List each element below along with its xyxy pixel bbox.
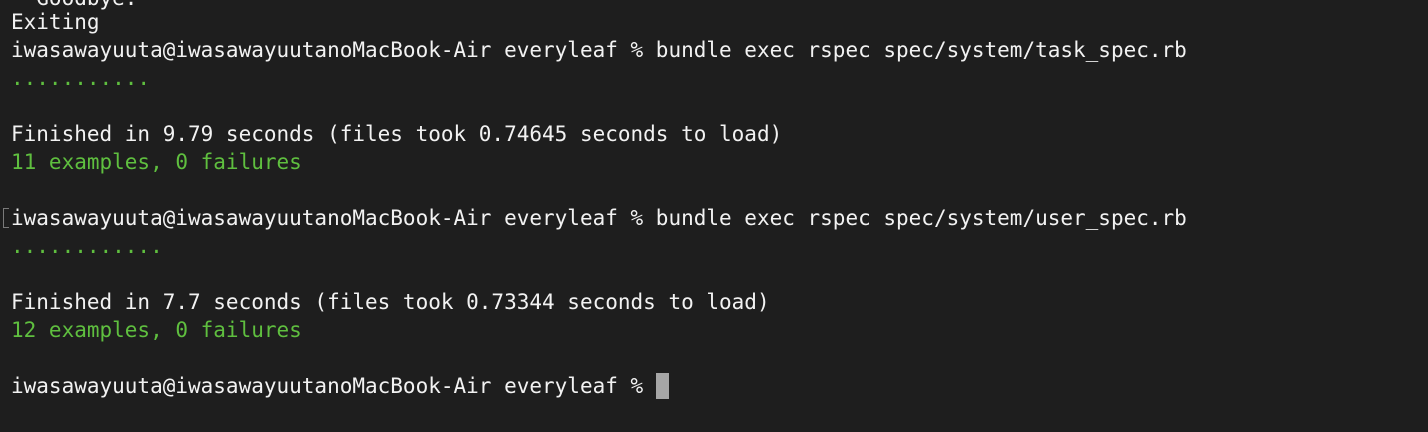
text-cursor <box>656 373 670 399</box>
prompt-command-line-2: iwasawayuuta@iwasawayuutanoMacBook-Air e… <box>11 206 1187 230</box>
current-prompt-text: iwasawayuuta@iwasawayuutanoMacBook-Air e… <box>11 374 644 398</box>
selection-mark-icon <box>3 208 9 228</box>
current-prompt-line[interactable]: iwasawayuuta@iwasawayuutanoMacBook-Air e… <box>11 372 670 400</box>
finished-line-2: Finished in 7.7 seconds (files took 0.73… <box>11 290 770 314</box>
finished-line-1: Finished in 9.79 seconds (files took 0.7… <box>11 122 783 146</box>
progress-dots-1: ........... <box>11 66 151 90</box>
exiting-line: Exiting <box>11 10 100 34</box>
summary-line-2: 12 examples, 0 failures <box>11 318 302 342</box>
terminal-window[interactable]: Goodbye. Exiting iwasawayuuta@iwasawayuu… <box>0 0 1428 432</box>
summary-line-1: 11 examples, 0 failures <box>11 150 302 174</box>
prompt-command-line-1: iwasawayuuta@iwasawayuutanoMacBook-Air e… <box>11 38 1187 62</box>
progress-dots-2: ............ <box>11 234 163 258</box>
